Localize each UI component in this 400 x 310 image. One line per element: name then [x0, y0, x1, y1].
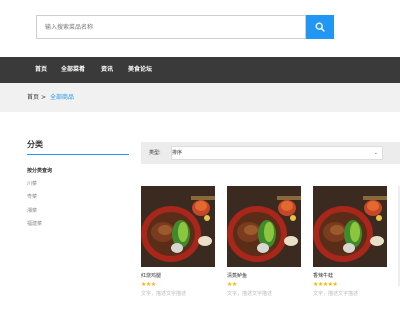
search-button[interactable]	[306, 15, 334, 39]
product-card[interactable]: 香辣牛蛙 ★★★★★ 文字，描述文字描述	[313, 186, 387, 310]
search-icon	[315, 22, 325, 32]
product-name: 清蒸鲈鱼	[227, 273, 248, 279]
filter-label: 类型:	[149, 150, 161, 156]
chevron-down-icon: ⌄	[373, 150, 378, 156]
sidebar-item-sichuan[interactable]: 川菜	[27, 180, 37, 187]
breadcrumb: 首页 > 全部商品	[0, 83, 400, 112]
product-name: 香辣牛蛙	[313, 273, 334, 279]
search-input[interactable]	[37, 16, 305, 38]
product-card[interactable]: 清蒸鲈鱼 ★★ 文字，描述文字描述	[227, 186, 301, 310]
dish-image	[227, 186, 301, 267]
nav-item-forum[interactable]: 美食论坛	[128, 57, 152, 83]
main-nav: 首页 全部菜肴 资讯 美食论坛	[0, 57, 400, 83]
sidebar-item-cantonese[interactable]: 粤菜	[27, 193, 37, 200]
star-rating: ★★	[227, 281, 237, 288]
nav-item-home[interactable]: 首页	[35, 57, 47, 83]
search-box	[36, 15, 306, 39]
sidebar-item-fujian[interactable]: 福建菜	[27, 220, 42, 227]
dish-image	[313, 186, 387, 267]
product-description: 文字，描述文字描述	[313, 291, 359, 297]
sidebar-item-by-category[interactable]: 按分类查询	[27, 167, 52, 174]
product-description: 文字，描述文字描述	[141, 291, 187, 297]
breadcrumb-current[interactable]: 全部商品	[50, 83, 74, 112]
product-card[interactable]: 红烧鸡腿 ★★★ 文字，描述文字描述	[141, 186, 215, 310]
category-divider	[27, 154, 129, 155]
nav-item-all-dishes[interactable]: 全部菜肴	[61, 57, 85, 83]
product-description: 文字，描述文字描述	[227, 291, 273, 297]
nav-item-news[interactable]: 资讯	[101, 57, 113, 83]
header	[0, 0, 400, 57]
breadcrumb-separator: >	[41, 94, 47, 101]
sort-select[interactable]: 排序 ⌄	[171, 146, 383, 160]
sort-select-value: 排序	[172, 150, 183, 156]
breadcrumb-home[interactable]: 首页	[27, 83, 39, 112]
star-rating: ★★★	[141, 281, 156, 288]
dish-image	[141, 186, 215, 267]
product-name: 红烧鸡腿	[141, 273, 162, 279]
sidebar-item-hunan[interactable]: 湘菜	[27, 207, 37, 214]
category-title: 分类	[27, 140, 43, 149]
filter-bar: 类型: 排序 ⌄	[141, 142, 400, 164]
star-rating: ★★★★★	[313, 281, 338, 288]
